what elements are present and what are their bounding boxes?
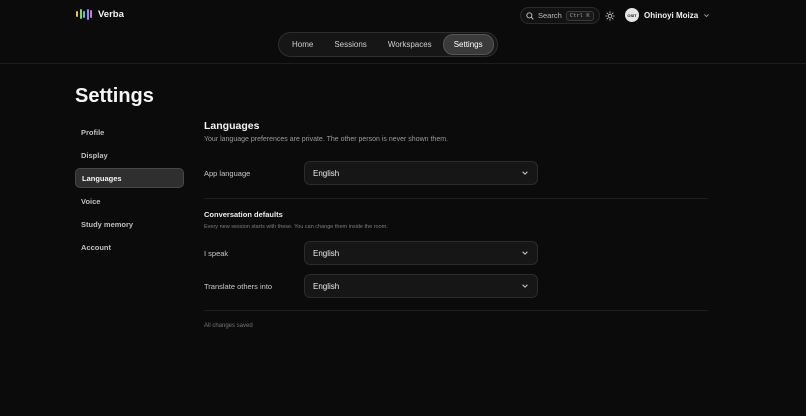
top-bar: Verba Search Ctrl K OSIT Ohinoyi Moiza H…	[0, 0, 806, 64]
speak-label: I speak	[204, 248, 229, 258]
sidebar-item-display[interactable]: Display	[75, 145, 184, 165]
sidebar-item-account[interactable]: Account	[75, 237, 184, 257]
waveform-icon	[76, 8, 92, 20]
divider	[204, 310, 708, 311]
select-value: English	[313, 281, 340, 291]
sidebar-item-voice[interactable]: Voice	[75, 191, 184, 211]
app-language-row: App language English	[204, 161, 538, 185]
speak-select[interactable]: English	[304, 241, 538, 265]
speak-row: I speak English	[204, 241, 538, 265]
chevron-down-icon	[704, 13, 710, 17]
theme-toggle-button[interactable]	[604, 10, 616, 22]
search-shortcut: Ctrl K	[565, 10, 594, 21]
sidebar-item-languages[interactable]: Languages	[75, 168, 184, 188]
tab-workspaces[interactable]: Workspaces	[378, 35, 442, 54]
page-title: Settings	[75, 85, 154, 107]
sidebar-item-study-memory[interactable]: Study memory	[75, 214, 184, 234]
divider	[204, 198, 708, 199]
search-label: Search	[538, 11, 562, 20]
main-nav: Home Sessions Workspaces Settings	[278, 32, 498, 57]
translate-select[interactable]: English	[304, 274, 538, 298]
user-menu[interactable]: OSIT Ohinoyi Moiza	[625, 8, 710, 22]
settings-sidebar: Profile Display Languages Voice Study me…	[75, 122, 184, 260]
chevron-down-icon	[522, 284, 528, 288]
tab-sessions[interactable]: Sessions	[324, 35, 376, 54]
save-status: All changes saved	[204, 323, 253, 329]
sidebar-item-profile[interactable]: Profile	[75, 122, 184, 142]
select-value: English	[313, 248, 340, 258]
user-name: Ohinoyi Moiza	[644, 10, 699, 20]
select-value: English	[313, 168, 340, 178]
app-language-label: App language	[204, 168, 251, 178]
sun-icon	[605, 11, 615, 21]
brand-name: Verba	[98, 8, 124, 20]
subsection-title: Conversation defaults	[204, 210, 283, 219]
section-description: Your language preferences are private. T…	[204, 136, 448, 143]
tab-home[interactable]: Home	[282, 35, 323, 54]
translate-label: Translate others into	[204, 281, 273, 291]
subsection-description: Every new session starts with these. You…	[204, 224, 388, 230]
chevron-down-icon	[522, 171, 528, 175]
languages-panel: Languages Your language preferences are …	[204, 120, 708, 329]
tab-settings[interactable]: Settings	[442, 34, 494, 55]
avatar: OSIT	[625, 8, 639, 22]
translate-row: Translate others into English	[204, 274, 538, 298]
section-title: Languages	[204, 120, 260, 132]
app-language-select[interactable]: English	[304, 161, 538, 185]
search-button[interactable]: Search Ctrl K	[520, 7, 600, 24]
search-icon	[526, 11, 534, 20]
chevron-down-icon	[522, 251, 528, 255]
brand-logo[interactable]: Verba	[76, 8, 124, 20]
